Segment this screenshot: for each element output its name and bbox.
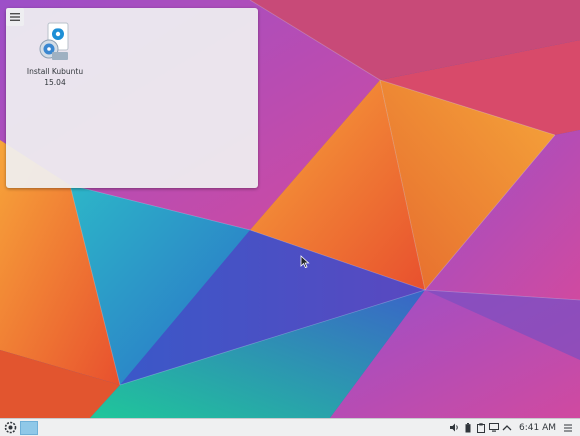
battery-icon [465,422,470,432]
clipboard-button[interactable] [475,422,486,434]
application-launcher-button[interactable] [2,420,18,436]
desktop-icon-install-kubuntu[interactable]: Install Kubuntu 15.04 [20,22,90,88]
mouse-cursor-icon [300,255,310,269]
desktop-folder-view[interactable]: Install Kubuntu 15.04 [6,8,258,188]
desktop-icon-label-line2: 15.04 [44,78,66,87]
network-button[interactable] [488,422,499,434]
kde-launcher-icon [4,421,16,434]
digital-clock[interactable]: 6:41 AM [519,423,556,433]
kubuntu-installer-icon [38,22,72,62]
desktop-icon-label-line1: Install Kubuntu [26,67,84,76]
panel-menu-icon [564,424,572,431]
expand-tray-icon [502,425,511,431]
expand-system-tray-button[interactable] [501,422,512,434]
volume-button[interactable] [449,422,460,434]
virtual-desktop-pager[interactable] [20,420,38,435]
panel-menu-button[interactable] [562,422,574,434]
battery-button[interactable] [462,422,473,434]
network-icon [488,423,499,432]
volume-icon [449,423,458,432]
taskbar-panel: 6:41 AM [0,418,580,436]
clipboard-icon [476,422,485,433]
desktop-toolbox-icon [10,13,20,21]
